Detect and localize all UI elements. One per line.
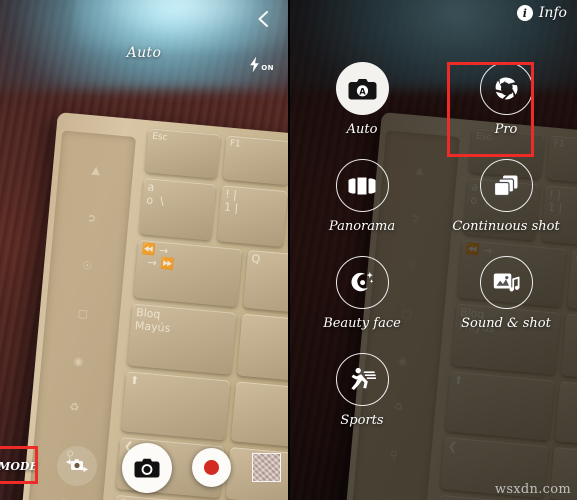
info-icon: i xyxy=(516,5,533,21)
beauty-face-icon xyxy=(351,271,374,291)
mode-button[interactable]: MODE xyxy=(0,454,42,478)
viewfinder-mode-label: Auto xyxy=(126,45,162,61)
camera-icon xyxy=(134,458,160,478)
mode-grid: A Auto Pro Panorama Continuous shot Beau… xyxy=(290,62,577,428)
aperture-icon xyxy=(495,77,517,100)
flash-state-label: ON xyxy=(261,64,274,72)
info-button[interactable]: i Info xyxy=(516,5,567,21)
mode-item-sports[interactable]: Sports xyxy=(290,353,434,428)
mode-label-pro: Pro xyxy=(494,122,518,137)
switch-camera-button[interactable] xyxy=(57,446,97,486)
switch-camera-icon xyxy=(66,459,88,473)
sports-runner-icon xyxy=(350,367,376,390)
mode-item-auto[interactable]: A Auto xyxy=(290,62,434,137)
shutter-button[interactable] xyxy=(122,443,172,493)
mode-item-continuous-shot[interactable]: Continuous shot xyxy=(434,159,577,234)
screenshot-root: ▲ ➲ ☉ ▢ ◉ ♻ ⚲ ◻ ☐ Esc F1 ao \ ! |1 | xyxy=(0,0,577,500)
burst-shot-icon xyxy=(493,175,518,196)
camera-auto-icon: A xyxy=(348,78,376,99)
mode-item-pro[interactable]: Pro xyxy=(434,62,577,137)
mode-grid-empty-cell xyxy=(434,353,577,428)
record-dot-icon xyxy=(204,460,219,475)
mode-icon-wrap-pro xyxy=(479,62,533,115)
site-watermark: wsxdn.com xyxy=(494,482,571,497)
mode-item-sound-and-shot[interactable]: Sound & shot xyxy=(434,256,577,331)
svg-text:A: A xyxy=(359,86,366,96)
flash-icon xyxy=(250,56,259,73)
record-button[interactable] xyxy=(192,448,231,487)
mode-icon-wrap-auto: A xyxy=(335,62,389,115)
mode-icon-wrap-sound-and-shot xyxy=(479,256,533,309)
camera-bottom-bar: MODE xyxy=(0,426,288,500)
sound-and-shot-icon xyxy=(493,273,519,292)
mode-item-panorama[interactable]: Panorama xyxy=(290,159,434,234)
mode-icon-wrap-beauty-face xyxy=(335,256,389,309)
mode-label-sports: Sports xyxy=(340,413,384,428)
chevron-left-icon[interactable] xyxy=(252,8,274,30)
mode-icon-wrap-panorama xyxy=(335,159,389,212)
mode-icon-wrap-sports xyxy=(335,353,389,406)
mode-label-beauty-face: Beauty face xyxy=(323,316,401,331)
panorama-icon xyxy=(348,177,376,194)
viewfinder-preview: ▲ ➲ ☉ ▢ ◉ ♻ ⚲ ◻ ☐ Esc F1 ao \ ! |1 | xyxy=(0,0,288,500)
camera-mode-panel: ▲ ➲ ☉ ▢ ◉ ♻ ⚲ ◻ ☐ Esc F1 ao \ ! |1 | xyxy=(288,0,577,500)
mode-icon-wrap-continuous-shot xyxy=(479,159,533,212)
flash-indicator[interactable]: ON xyxy=(249,56,274,73)
camera-viewfinder-panel: ▲ ➲ ☉ ▢ ◉ ♻ ⚲ ◻ ☐ Esc F1 ao \ ! |1 | xyxy=(0,0,288,500)
info-label: Info xyxy=(538,5,567,21)
mode-label-panorama: Panorama xyxy=(328,219,396,234)
mode-label-sound-and-shot: Sound & shot xyxy=(461,316,551,331)
mode-label-continuous-shot: Continuous shot xyxy=(452,219,560,234)
gallery-thumbnail[interactable] xyxy=(252,453,281,482)
mode-label-auto: Auto xyxy=(346,122,378,137)
mode-item-beauty-face[interactable]: Beauty face xyxy=(290,256,434,331)
